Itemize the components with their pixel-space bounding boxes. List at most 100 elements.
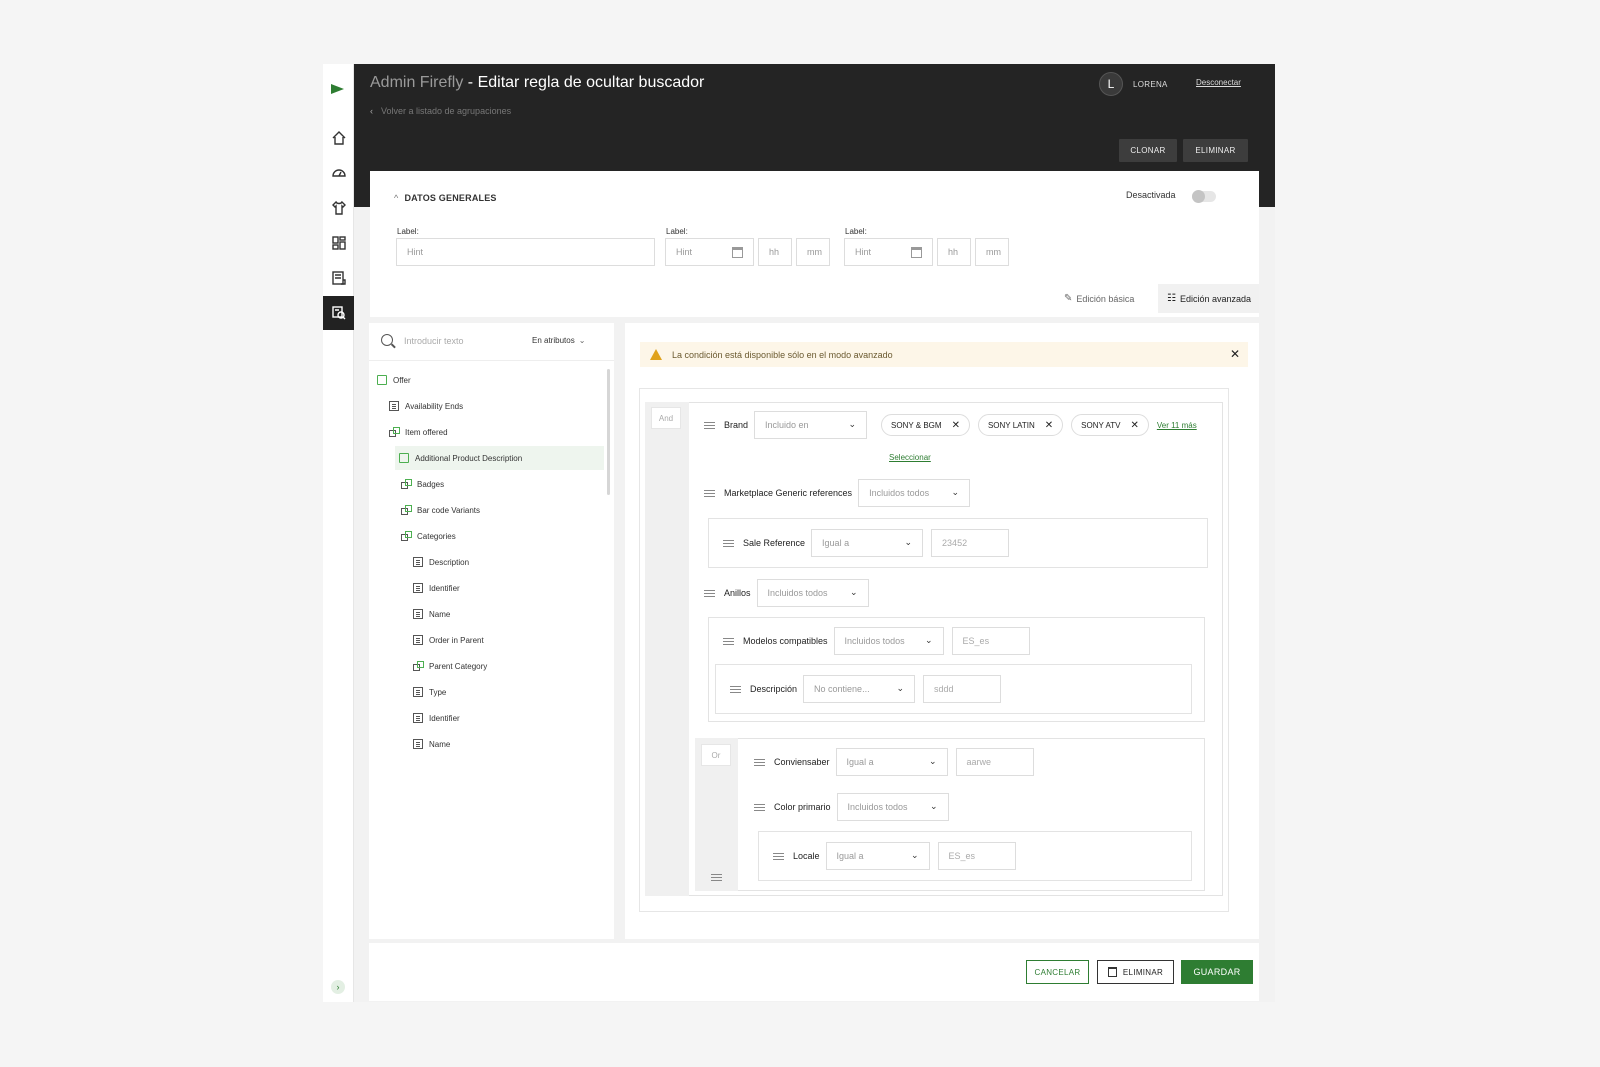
catalog-icon[interactable] [323, 261, 354, 295]
document-icon [413, 557, 423, 567]
select-values-link[interactable]: Seleccionar [889, 453, 931, 462]
view-more-link[interactable]: Ver 11 más [1157, 421, 1197, 430]
value-input[interactable]: ES_es [937, 842, 1016, 870]
avatar[interactable]: L [1099, 72, 1123, 96]
section-header[interactable]: ^ DATOS GENERALES [394, 193, 497, 203]
brand-flag-icon[interactable] [331, 84, 344, 94]
tree-item[interactable]: Name [413, 602, 450, 626]
tree-item[interactable]: Item offered [389, 420, 448, 444]
tree-item[interactable]: Description [413, 550, 469, 574]
save-button[interactable]: GUARDAR [1181, 960, 1253, 984]
date-input-start[interactable]: Hint [665, 238, 754, 266]
tab-advanced-edit[interactable]: ☷ Edición avanzada [1158, 284, 1259, 313]
value-chip: SONY LATIN ✕ [977, 414, 1064, 436]
operator-select[interactable]: Igual a ⌄ [825, 842, 930, 870]
operator-select[interactable]: Incluidos todos ⌄ [836, 793, 949, 821]
drag-handle-icon[interactable] [711, 874, 722, 881]
tree-item-label: Type [429, 687, 447, 697]
drag-handle-icon[interactable] [754, 758, 765, 766]
delete-button[interactable]: ELIMINAR [1097, 960, 1174, 984]
search-rules-icon[interactable] [323, 296, 354, 330]
chevron-down-icon: ⌄ [929, 801, 938, 811]
tree-item[interactable]: Order in Parent [413, 628, 484, 652]
condition-label: Marketplace Generic references [724, 488, 853, 498]
date-input-start-hint: Hint [676, 247, 693, 257]
hour-input-start[interactable]: hh [758, 238, 792, 266]
tree-item[interactable]: Additional Product Description [395, 446, 604, 470]
close-icon[interactable]: ✕ [1230, 347, 1240, 361]
tree-item[interactable]: Parent Category [413, 654, 487, 678]
drag-handle-icon[interactable] [704, 421, 715, 429]
operator-select[interactable]: No contiene... ⌄ [803, 675, 916, 703]
dashboard-gauge-icon[interactable] [323, 156, 354, 190]
value-input[interactable]: aarwe [955, 748, 1034, 776]
value-input[interactable]: sddd [923, 675, 1002, 703]
drag-handle-icon[interactable] [704, 589, 715, 597]
folder-icon [377, 375, 387, 385]
attribute-filter-dropdown[interactable]: En atributos ⌄ [532, 336, 585, 345]
tree-scrollbar[interactable] [607, 369, 610, 495]
chip-label: SONY ATV [1081, 420, 1121, 430]
drag-handle-icon[interactable] [773, 852, 784, 860]
close-icon[interactable]: ✕ [952, 420, 960, 431]
pencil-icon: ✎ [1064, 293, 1073, 304]
clone-button[interactable]: CLONAR [1119, 139, 1177, 162]
tree-item-label: Identifier [429, 583, 460, 593]
date-input-end[interactable]: Hint [844, 238, 933, 266]
tree-item-label: Name [429, 739, 451, 749]
delete-button-label: ELIMINAR [1122, 967, 1164, 977]
delete-header-button[interactable]: ELIMINAR [1183, 139, 1248, 162]
chevron-down-icon: ⌄ [929, 756, 937, 766]
close-icon[interactable]: ✕ [1130, 420, 1138, 431]
expand-sidebar-icon[interactable]: › [331, 980, 345, 994]
date-input-end-hint: Hint [855, 247, 872, 257]
value-input[interactable]: ES_es [951, 627, 1030, 655]
minute-input-end[interactable]: mm [975, 238, 1009, 266]
and-operator-label[interactable]: And [651, 407, 681, 429]
drag-handle-icon[interactable] [723, 637, 734, 645]
text-input-1[interactable]: Hint [396, 238, 655, 266]
logout-link[interactable]: Desconectar [1196, 78, 1241, 87]
cancel-button[interactable]: CANCELAR [1026, 960, 1089, 984]
operator-select-value: Igual a [836, 851, 864, 861]
operator-select-value: Igual a [846, 757, 874, 767]
shirt-icon[interactable] [323, 191, 354, 225]
active-toggle[interactable] [1192, 190, 1216, 203]
hour-input-end[interactable]: hh [937, 238, 971, 266]
tree-item[interactable]: Categories [401, 524, 456, 548]
tree-item[interactable]: Type [413, 680, 446, 704]
value-input[interactable]: 23452 [931, 529, 1010, 557]
home-icon[interactable] [323, 121, 354, 155]
operator-select-value: No contiene... [814, 684, 870, 694]
close-icon[interactable]: ✕ [1045, 420, 1053, 431]
tree-item[interactable]: Bar code Variants [401, 498, 480, 522]
drag-handle-icon[interactable] [730, 685, 741, 693]
drag-handle-icon[interactable] [704, 489, 715, 497]
tree-item[interactable]: Badges [401, 472, 444, 496]
link-icon [389, 427, 400, 437]
layout-grid-icon[interactable] [323, 226, 354, 260]
user-info: L LORENA [1099, 72, 1168, 96]
drag-handle-icon[interactable] [754, 803, 765, 811]
tree-item[interactable]: Identifier [413, 576, 460, 600]
operator-select[interactable]: Incluidos todos ⌄ [833, 627, 944, 655]
tree-item[interactable]: Identifier [413, 706, 460, 730]
operator-select[interactable]: Incluidos todos ⌄ [858, 479, 971, 507]
tree-item[interactable]: Offer [377, 368, 411, 392]
back-link[interactable]: ‹ Volver a listado de agrupaciones [370, 106, 511, 116]
chevron-down-icon: ⌄ [951, 487, 960, 497]
drag-handle-icon[interactable] [723, 539, 734, 547]
operator-select[interactable]: Igual a ⌄ [835, 748, 948, 776]
operator-select[interactable]: Incluidos todos ⌄ [756, 579, 869, 607]
operator-select[interactable]: Incluido en ⌄ [754, 411, 868, 439]
chevron-down-icon: ⌄ [910, 850, 919, 860]
operator-select[interactable]: Igual a ⌄ [811, 529, 924, 557]
minute-input-start[interactable]: mm [796, 238, 830, 266]
condition-row-conviensaber: Conviensaber Igual a ⌄ aarwe [754, 748, 1034, 776]
tree-search-input[interactable]: Introducir texto [404, 336, 464, 346]
tree-item[interactable]: Name [413, 732, 450, 756]
tree-item-label: Additional Product Description [415, 453, 523, 463]
or-operator-label[interactable]: Or [701, 744, 731, 766]
tab-basic-edit[interactable]: ✎ Edición básica [1060, 284, 1150, 313]
tree-item[interactable]: Availability Ends [389, 394, 463, 418]
